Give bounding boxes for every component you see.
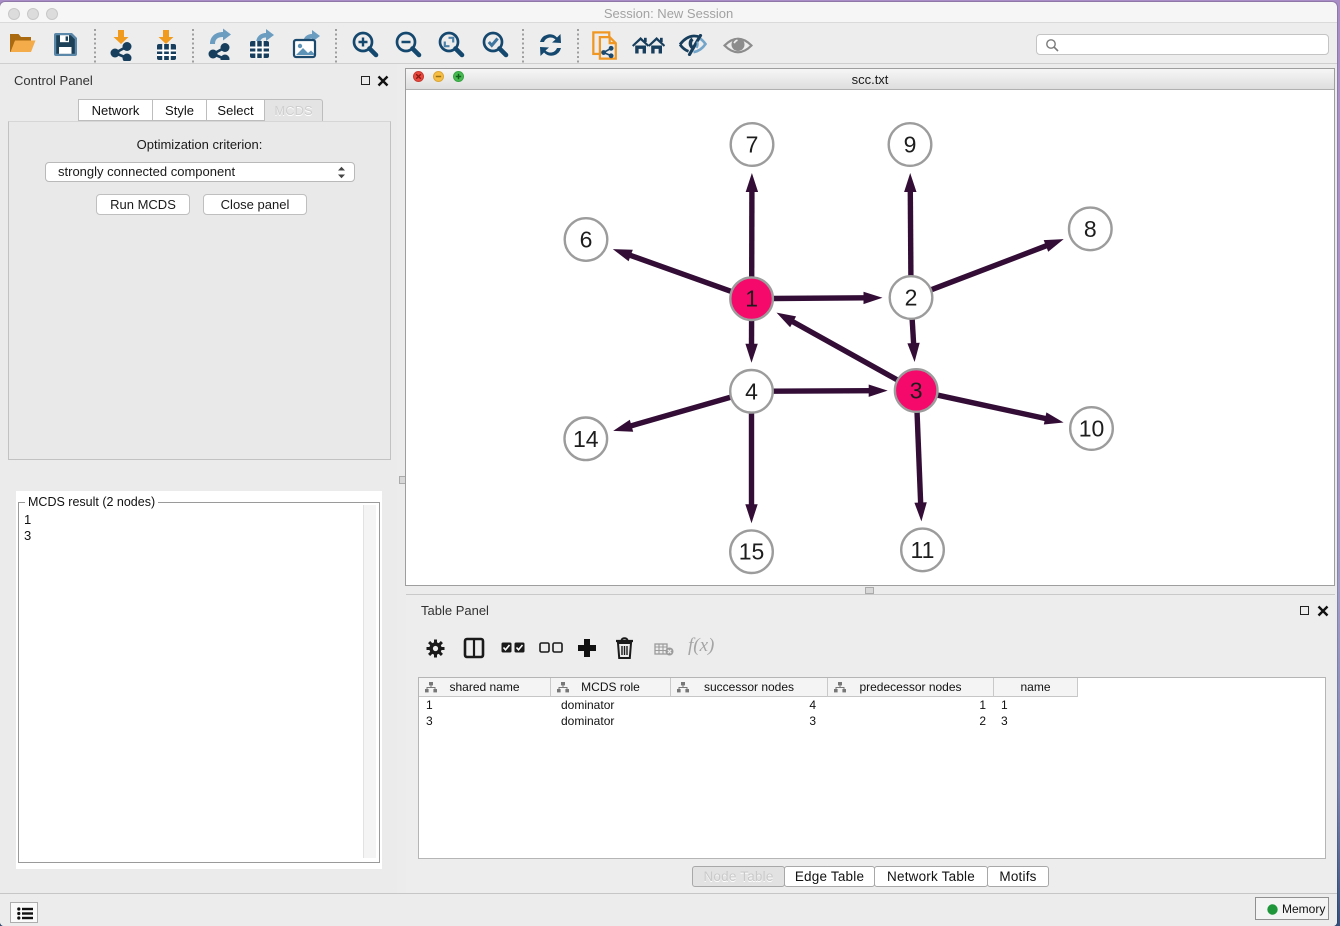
svg-text:10: 10 [1079,416,1105,442]
svg-text:11: 11 [911,537,935,563]
svg-text:1: 1 [745,286,758,312]
svg-text:6: 6 [580,227,593,253]
svg-text:15: 15 [739,539,765,565]
svg-text:14: 14 [573,426,599,452]
svg-text:4: 4 [745,379,758,405]
svg-text:2: 2 [905,285,918,311]
svg-text:9: 9 [904,132,917,158]
svg-text:8: 8 [1084,216,1097,242]
svg-text:3: 3 [910,378,923,404]
svg-text:7: 7 [746,132,759,158]
